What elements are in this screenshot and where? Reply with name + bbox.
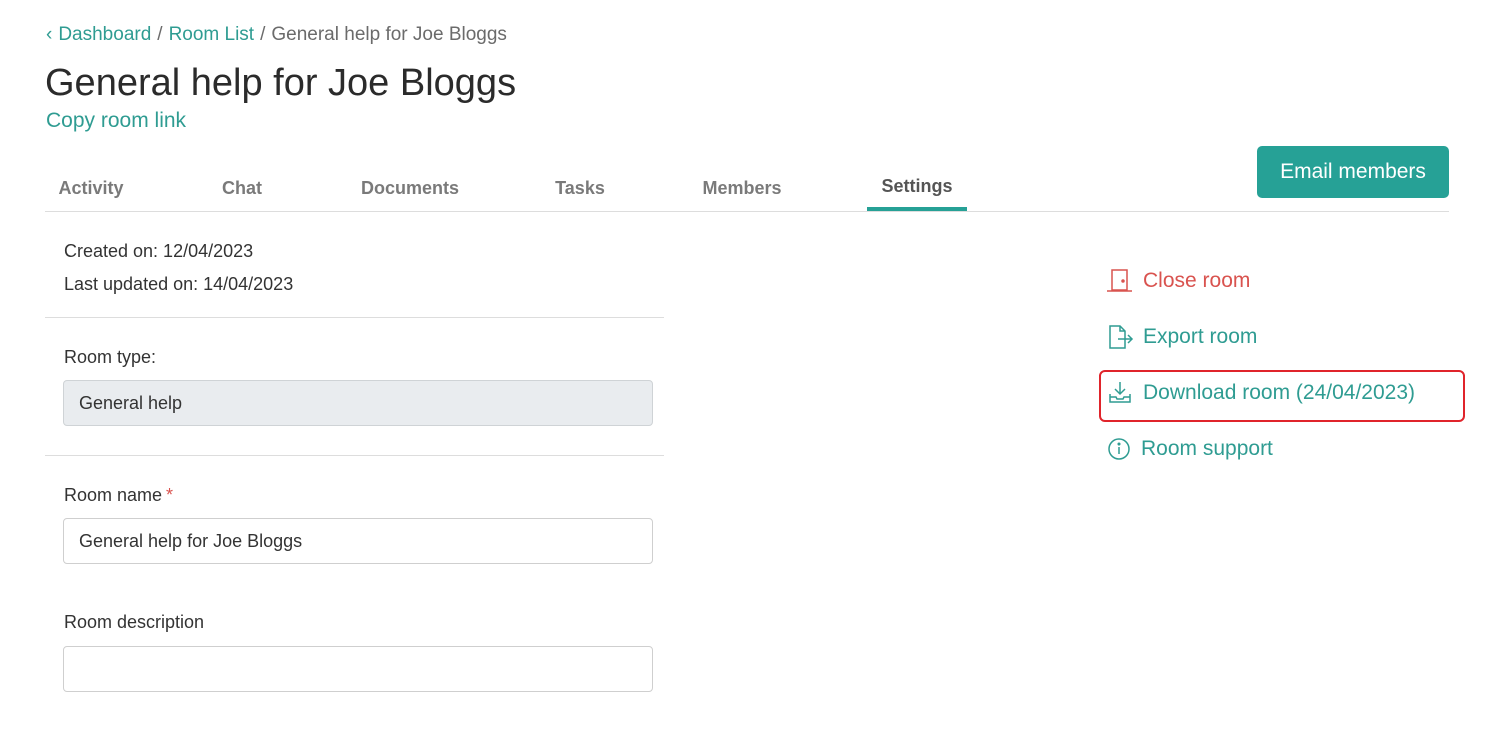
door-icon (1107, 269, 1132, 292)
room-name-label: Room name * (64, 485, 173, 506)
info-circle-icon (1108, 438, 1130, 460)
tab-members[interactable]: Members (685, 166, 799, 210)
tab-bar: Activity Chat Documents Tasks Members Se… (45, 166, 1449, 212)
room-name-label-text: Room name (64, 485, 163, 505)
file-export-icon (1109, 325, 1134, 349)
close-room-label: Close room (1143, 269, 1251, 292)
copy-room-link[interactable]: Copy room link (46, 109, 186, 133)
divider (45, 317, 664, 318)
room-type-field: General help (63, 380, 653, 426)
last-updated-text: Last updated on: 14/04/2023 (64, 274, 294, 294)
tab-activity[interactable]: Activity (45, 166, 137, 210)
breadcrumb-room-list-link[interactable]: Room List (169, 24, 255, 46)
highlight-box (1099, 370, 1465, 422)
room-support-label: Room support (1141, 437, 1273, 460)
breadcrumb-current: General help for Joe Bloggs (271, 24, 507, 45)
room-support-action[interactable]: Room support (1106, 436, 1273, 462)
breadcrumb-separator: / (260, 24, 266, 45)
breadcrumb-dashboard-link[interactable]: Dashboard (58, 24, 151, 46)
tab-tasks[interactable]: Tasks (541, 166, 619, 210)
tab-settings[interactable]: Settings (867, 166, 967, 211)
breadcrumb: ‹ Dashboard / Room List / General help f… (46, 24, 507, 46)
breadcrumb-separator: / (157, 24, 163, 45)
page-title: General help for Joe Bloggs (45, 62, 517, 104)
room-description-input[interactable] (63, 646, 653, 692)
chevron-left-icon[interactable]: ‹ (46, 24, 52, 46)
tab-chat[interactable]: Chat (205, 166, 279, 210)
divider (45, 455, 664, 456)
tab-documents[interactable]: Documents (345, 166, 475, 210)
close-room-action[interactable]: Close room (1106, 268, 1250, 294)
room-name-input[interactable]: General help for Joe Bloggs (63, 518, 653, 564)
created-on-text: Created on: 12/04/2023 (64, 241, 254, 261)
export-room-label: Export room (1143, 325, 1258, 348)
room-description-label: Room description (64, 612, 205, 632)
room-type-label: Room type: (64, 347, 157, 367)
export-room-action[interactable]: Export room (1106, 324, 1257, 350)
required-marker: * (166, 485, 174, 505)
